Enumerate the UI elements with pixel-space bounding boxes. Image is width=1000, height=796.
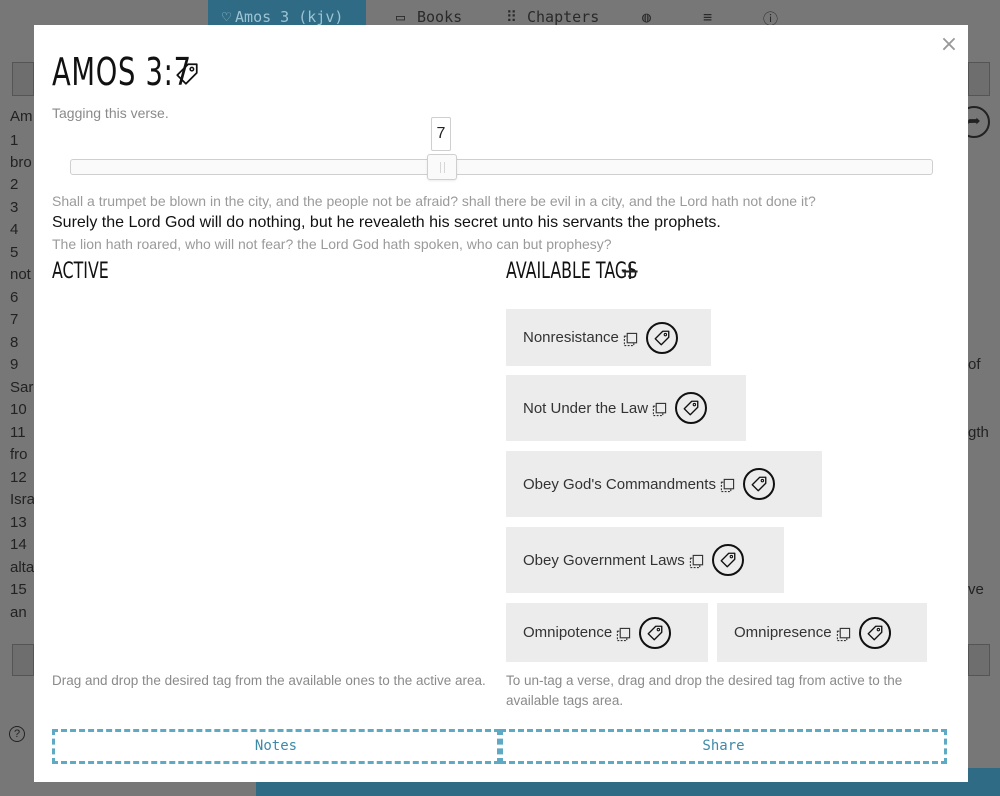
current-verse: Surely the Lord God will do nothing, but… xyxy=(52,214,721,231)
help-icon[interactable]: ? xyxy=(9,726,25,742)
bg-text: Am xyxy=(10,108,33,125)
bg-text: 12 xyxy=(10,469,27,486)
modal-subtitle: Tagging this verse. xyxy=(52,105,169,121)
bg-text: 10 xyxy=(10,401,27,418)
chapters-grid-icon[interactable]: ⠿ xyxy=(506,8,517,26)
bg-text: 7 xyxy=(10,311,19,328)
share-button[interactable]: Share xyxy=(500,729,947,764)
globe-icon[interactable]: ◍ xyxy=(642,8,651,26)
active-help-text: Drag and drop the desired tag from the a… xyxy=(52,673,486,688)
verse-title: AMOS 3:7 xyxy=(52,50,192,94)
bg-text: 15 xyxy=(10,581,27,598)
bg-text: gth xyxy=(968,424,989,441)
chapters-nav-link[interactable]: Chapters xyxy=(527,8,599,26)
tag-action-icon[interactable] xyxy=(742,468,775,500)
tag-label: Obey God's Commandments xyxy=(523,475,716,493)
books-icon[interactable]: ▭ xyxy=(396,8,405,26)
bg-text: alta xyxy=(10,559,35,576)
tag-icon xyxy=(176,63,198,85)
bg-text: 5 xyxy=(10,244,19,261)
bg-text: 3 xyxy=(10,199,19,216)
tag-action-icon[interactable] xyxy=(645,321,678,354)
bg-left-bottom-box xyxy=(12,644,34,676)
tag-label: Not Under the Law xyxy=(523,399,649,417)
slider-value-bubble: 7 xyxy=(431,117,451,151)
bg-text: of xyxy=(968,356,981,373)
tag-chip[interactable]: Omnipotence xyxy=(506,603,708,662)
bg-text: 13 xyxy=(10,514,27,531)
copy-icon[interactable] xyxy=(623,332,638,347)
bg-text: an xyxy=(10,604,27,621)
bg-text: bro xyxy=(10,154,32,171)
previous-verse: Shall a trumpet be blown in the city, an… xyxy=(52,193,816,209)
bg-text: ve xyxy=(968,581,984,598)
modal-header: AMOS 3:7 xyxy=(52,47,246,97)
tag-action-icon[interactable] xyxy=(639,616,672,649)
bg-left-box xyxy=(12,62,34,96)
bg-right-bottom-box xyxy=(968,644,990,676)
active-heading: ACTIVE xyxy=(52,259,109,284)
bg-text: 6 xyxy=(10,289,19,306)
copy-icon[interactable] xyxy=(616,627,631,642)
tag-chip[interactable]: Omnipresence xyxy=(717,603,927,662)
available-heading: AVAILABLE TAGS xyxy=(506,259,638,284)
bg-text: 8 xyxy=(10,334,19,351)
tag-chip[interactable]: Obey God's Commandments xyxy=(506,451,822,517)
tag-action-icon[interactable] xyxy=(711,544,744,576)
tag-chip[interactable]: Nonresistance xyxy=(506,309,711,366)
bg-text: Isra xyxy=(10,491,36,508)
bg-right-box xyxy=(968,62,990,96)
copy-icon[interactable] xyxy=(689,554,704,569)
close-button[interactable]: × xyxy=(938,34,960,57)
add-tag-button[interactable]: + xyxy=(620,259,640,283)
bg-text: 1 xyxy=(10,132,19,149)
bg-text: 11 xyxy=(10,424,26,441)
copy-icon[interactable] xyxy=(836,627,851,642)
bg-text: fro xyxy=(10,446,28,463)
current-chapter-label: Amos 3 (kjv) xyxy=(235,8,344,26)
next-verse: The lion hath roared, who will not fear?… xyxy=(52,236,612,252)
tagging-modal: × AMOS 3:7 Tagging this verse. 7 Shall a… xyxy=(34,25,968,782)
verse-slider-track[interactable] xyxy=(70,154,933,180)
tag-action-icon[interactable] xyxy=(858,616,891,649)
tag-chip[interactable]: Obey Government Laws xyxy=(506,527,784,593)
tag-action-icon[interactable] xyxy=(675,392,708,424)
books-nav-link[interactable]: Books xyxy=(417,8,462,26)
heart-icon: ♡ xyxy=(222,8,232,26)
bg-text: 9 xyxy=(10,356,19,373)
tag-label: Obey Government Laws xyxy=(523,551,685,569)
bg-text: 2 xyxy=(10,176,19,193)
active-drop-zone[interactable] xyxy=(52,295,497,665)
available-help-text: To un-tag a verse, drag and drop the des… xyxy=(506,673,903,708)
notes-button[interactable]: Notes xyxy=(52,729,500,764)
settings-sliders-icon[interactable]: ≡ xyxy=(703,8,712,26)
tag-label: Nonresistance xyxy=(523,329,619,346)
tag-label: Omnipotence xyxy=(523,624,613,641)
bg-text: Sar xyxy=(10,379,34,396)
bg-text: not xyxy=(10,266,31,283)
bg-text: 4 xyxy=(10,221,19,238)
tag-chip[interactable]: Not Under the Law xyxy=(506,375,746,441)
tag-label: Omnipresence xyxy=(734,624,832,641)
copy-icon[interactable] xyxy=(652,402,667,417)
bg-text: 14 xyxy=(10,536,27,553)
verse-slider-handle[interactable] xyxy=(427,154,457,180)
copy-icon[interactable] xyxy=(720,478,735,493)
